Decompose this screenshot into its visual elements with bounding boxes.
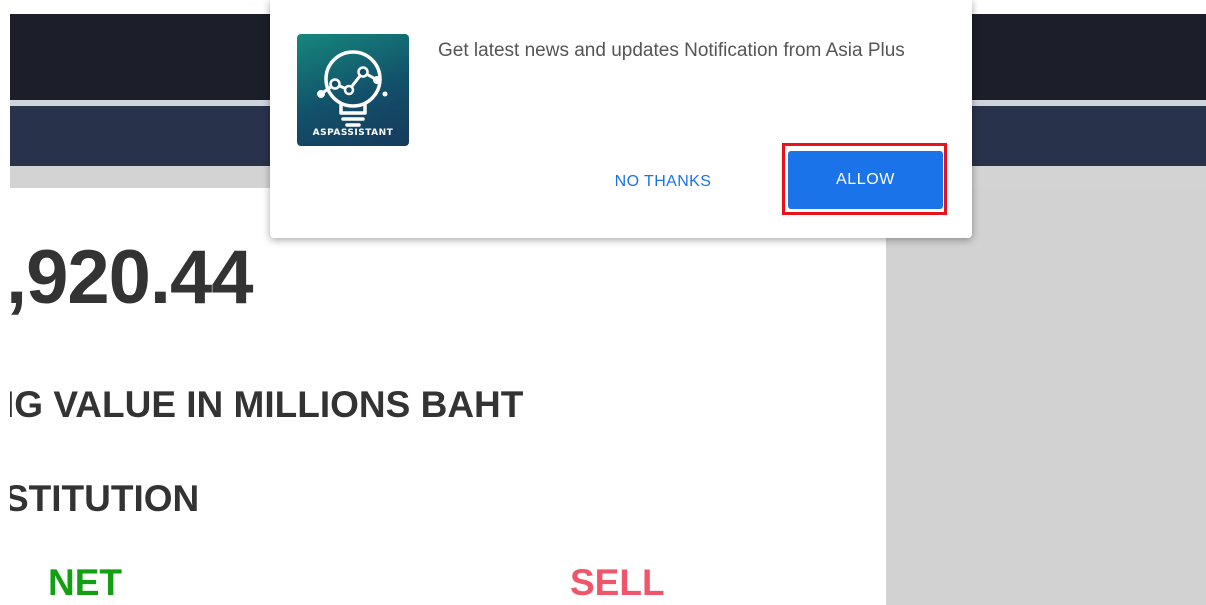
net-column-label: NET xyxy=(48,562,122,603)
index-value: ,920.44 xyxy=(10,235,254,320)
side-panel xyxy=(886,188,1206,605)
notification-permission-popup: ASPASSISTANT Get latest news and updates… xyxy=(270,0,972,238)
notification-message: Get latest news and updates Notification… xyxy=(438,40,905,61)
institution-heading: STITUTION xyxy=(10,478,200,519)
lightbulb-chart-icon: ASPASSISTANT xyxy=(297,34,409,146)
trading-value-heading: IG VALUE IN MILLIONS BAHT xyxy=(10,384,524,425)
sell-column-label: SELL xyxy=(570,562,665,603)
main-content: ,920.44 IG VALUE IN MILLIONS BAHT STITUT… xyxy=(10,188,886,605)
no-thanks-button[interactable]: NO THANKS xyxy=(588,162,738,202)
app-icon-label: ASPASSISTANT xyxy=(312,128,394,138)
allow-button[interactable]: ALLOW xyxy=(788,151,943,209)
